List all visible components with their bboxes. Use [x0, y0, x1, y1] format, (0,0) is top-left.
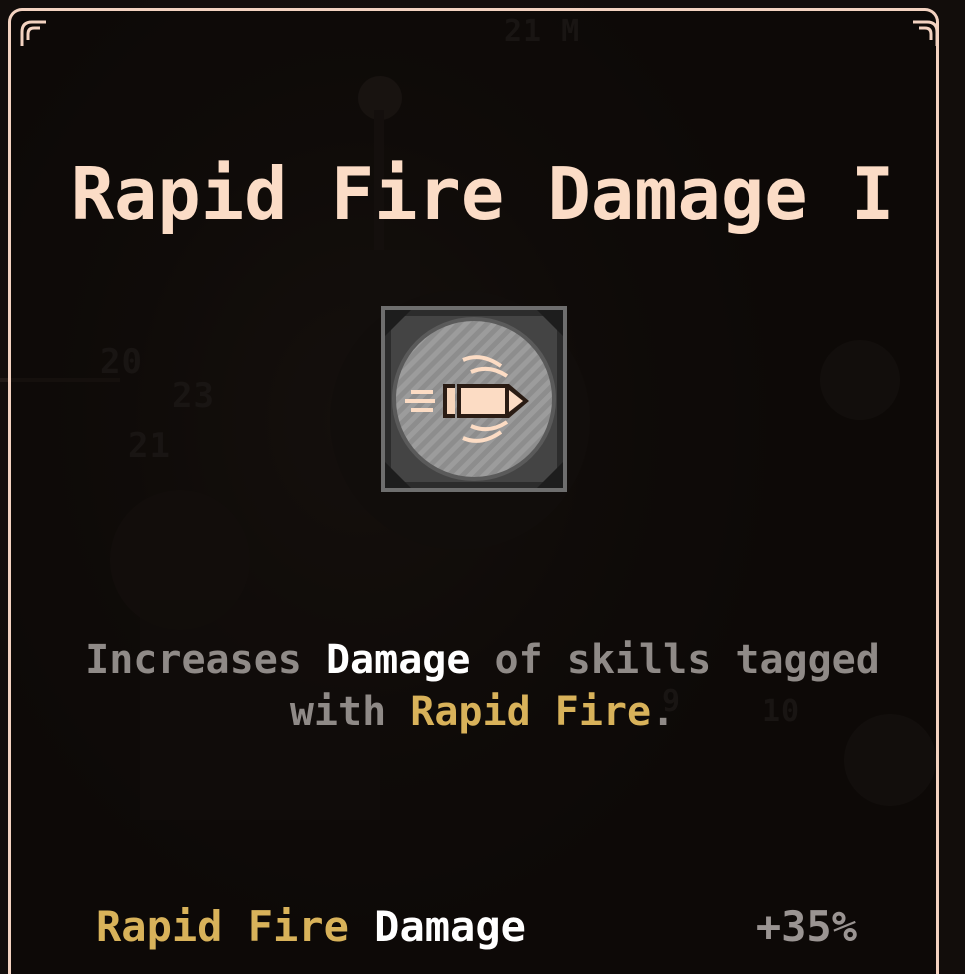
stat-tag: Rapid Fire	[96, 901, 349, 951]
stat-label: Damage	[374, 901, 526, 951]
frame-corner-ornament-icon	[20, 20, 46, 46]
stat-row: Rapid Fire Damage +35%	[96, 898, 857, 954]
description-keyword-rapid-fire: Rapid Fire	[410, 689, 652, 735]
skill-title: Rapid Fire Damage I	[70, 152, 895, 236]
description-text: Increases	[85, 637, 326, 683]
stat-name: Rapid Fire Damage	[96, 902, 526, 951]
stat-value: +35%	[755, 901, 857, 951]
description-keyword-damage: Damage	[325, 637, 471, 683]
frame-corner-ornament-icon	[913, 20, 939, 46]
description-text: .	[651, 689, 676, 735]
rapid-fire-bullet-icon	[381, 306, 567, 492]
game-screen: 21 M 20 23 21 9 10 Rapid Fire Damage I	[0, 0, 965, 974]
skill-description: Increases Damage of skills tagged with R…	[60, 634, 905, 738]
